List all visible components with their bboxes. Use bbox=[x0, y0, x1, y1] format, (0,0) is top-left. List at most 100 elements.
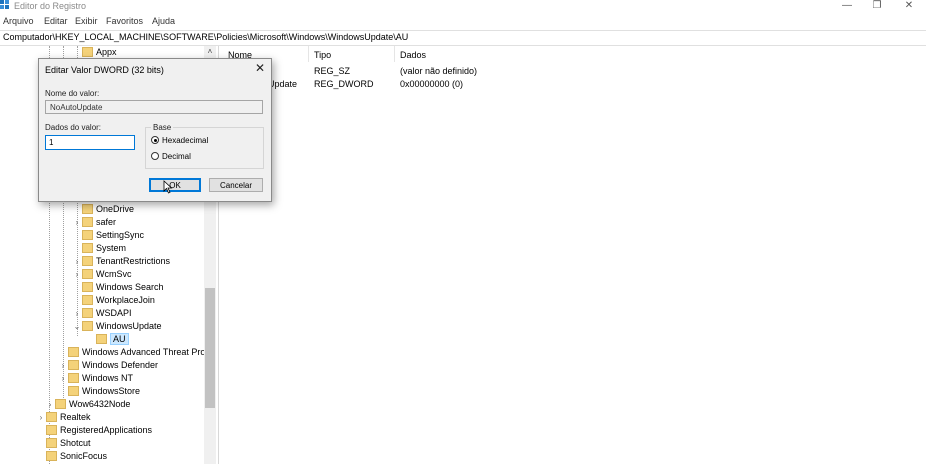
chevron-right-icon[interactable]: › bbox=[58, 372, 68, 385]
tree-item[interactable]: › WcmSvc bbox=[72, 268, 132, 281]
tree-item[interactable]: WindowsStore bbox=[58, 385, 140, 398]
tree-item-label: WindowsStore bbox=[82, 386, 141, 396]
value-data-input[interactable] bbox=[45, 135, 135, 150]
radio-selected-icon[interactable] bbox=[151, 136, 159, 144]
tree-item-label: SonicFocus bbox=[60, 451, 108, 461]
value-name-field[interactable] bbox=[45, 100, 263, 114]
chevron-right-icon[interactable]: › bbox=[58, 359, 68, 372]
tree-item[interactable]: › TenantRestrictions bbox=[72, 255, 170, 268]
row-name[interactable]: Update bbox=[268, 79, 297, 89]
row-type: REG_SZ bbox=[314, 66, 351, 76]
tree-item[interactable]: ⌄ WindowsUpdate bbox=[72, 320, 162, 333]
minimize-button[interactable]: — bbox=[832, 0, 862, 12]
tree-item[interactable]: RegisteredApplications bbox=[36, 424, 152, 437]
row-data: 0x00000000 (0) bbox=[400, 79, 464, 89]
menu-bar: Arquivo Editar Exibir Favoritos Ajuda bbox=[0, 14, 926, 28]
chevron-right-icon[interactable]: › bbox=[72, 216, 82, 229]
folder-icon bbox=[82, 47, 93, 57]
tree-item-label: safer bbox=[96, 217, 117, 227]
folder-icon bbox=[46, 451, 57, 461]
value-name-label: Nome do valor: bbox=[45, 89, 100, 98]
folder-icon bbox=[46, 425, 57, 435]
title-bar: Editor do Registro — ❐ ✕ bbox=[0, 0, 926, 14]
menu-editar[interactable]: Editar bbox=[44, 16, 68, 26]
column-header-type[interactable]: Tipo bbox=[314, 50, 331, 60]
folder-icon bbox=[68, 373, 79, 383]
tree-item[interactable]: Shotcut bbox=[36, 437, 91, 450]
tree-item-label: OneDrive bbox=[96, 204, 135, 214]
tree-item-label: Wow6432Node bbox=[69, 399, 131, 409]
tree-item[interactable]: SonicFocus bbox=[36, 450, 107, 463]
chevron-right-icon[interactable]: › bbox=[72, 255, 82, 268]
radio-decimal[interactable]: Decimal bbox=[151, 152, 191, 161]
base-label: Base bbox=[151, 123, 174, 132]
menu-favoritos[interactable]: Favoritos bbox=[106, 16, 143, 26]
folder-icon bbox=[82, 256, 93, 266]
tree-item-label: TenantRestrictions bbox=[96, 256, 171, 266]
menu-ajuda[interactable]: Ajuda bbox=[152, 16, 175, 26]
folder-icon bbox=[46, 412, 57, 422]
address-path[interactable]: Computador\HKEY_LOCAL_MACHINE\SOFTWARE\P… bbox=[3, 32, 408, 42]
chevron-down-icon[interactable]: ⌄ bbox=[72, 320, 82, 333]
tree-item[interactable]: WorkplaceJoin bbox=[72, 294, 155, 307]
base-groupbox bbox=[145, 127, 264, 169]
tree-item[interactable]: › WSDAPI bbox=[72, 307, 132, 320]
tree-item-label: Shotcut bbox=[60, 438, 91, 448]
tree-item[interactable]: › Windows Defender bbox=[58, 359, 158, 372]
folder-icon bbox=[46, 438, 57, 448]
values-list: Nome Tipo Dados REG_SZ (valor não defini… bbox=[222, 46, 926, 464]
tree-item-label: WorkplaceJoin bbox=[96, 295, 155, 305]
window-title: Editor do Registro bbox=[14, 1, 87, 11]
ok-button[interactable]: OK bbox=[149, 178, 201, 192]
radio-decimal-label: Decimal bbox=[162, 152, 191, 161]
row-data: (valor não definido) bbox=[400, 66, 478, 76]
tree-item-label: Windows Defender bbox=[82, 360, 159, 370]
folder-icon bbox=[82, 295, 93, 305]
chevron-right-icon[interactable]: › bbox=[72, 307, 82, 320]
dialog-close-icon[interactable]: ✕ bbox=[251, 60, 269, 76]
address-bar[interactable]: Computador\HKEY_LOCAL_MACHINE\SOFTWARE\P… bbox=[0, 30, 926, 46]
menu-exibir[interactable]: Exibir bbox=[75, 16, 98, 26]
column-header-data[interactable]: Dados bbox=[400, 50, 426, 60]
cancel-button[interactable]: Cancelar bbox=[209, 178, 263, 192]
tree-item[interactable]: › Realtek bbox=[36, 411, 91, 424]
regedit-icon bbox=[0, 0, 9, 9]
chevron-right-icon[interactable]: › bbox=[72, 268, 82, 281]
tree-scrollbar-thumb[interactable] bbox=[205, 288, 215, 408]
tree-item[interactable]: › Wow6432Node bbox=[45, 398, 130, 411]
edit-dword-dialog: Editar Valor DWORD (32 bits) ✕ Nome do v… bbox=[38, 58, 272, 202]
tree-item-label: WSDAPI bbox=[96, 308, 132, 318]
tree-item[interactable]: Windows Advanced Threat Pro bbox=[58, 346, 205, 359]
radio-hexadecimal[interactable]: Hexadecimal bbox=[151, 136, 208, 145]
folder-icon bbox=[82, 243, 93, 253]
tree-item-label: Windows NT bbox=[82, 373, 134, 383]
tree-item-label: WindowsUpdate bbox=[96, 321, 162, 331]
chevron-right-icon[interactable]: › bbox=[36, 411, 46, 424]
tree-item[interactable]: OneDrive bbox=[72, 203, 134, 216]
radio-hexadecimal-label: Hexadecimal bbox=[162, 136, 209, 145]
tree-item-selected[interactable]: AU bbox=[86, 333, 129, 346]
dialog-title: Editar Valor DWORD (32 bits) bbox=[45, 65, 164, 75]
tree-item-label: System bbox=[96, 243, 127, 253]
tree-item[interactable]: › Windows NT bbox=[58, 372, 133, 385]
chevron-right-icon[interactable]: › bbox=[45, 398, 55, 411]
tree-item[interactable]: Windows Search bbox=[72, 281, 164, 294]
tree-item-label: AU bbox=[110, 333, 129, 345]
close-button[interactable]: ✕ bbox=[894, 0, 924, 12]
tree-item[interactable]: SettingSync bbox=[72, 229, 144, 242]
scroll-up-icon[interactable]: ˄ bbox=[204, 47, 216, 57]
radio-unselected-icon[interactable] bbox=[151, 152, 159, 160]
maximize-button[interactable]: ❐ bbox=[862, 0, 892, 12]
tree-item-label: Windows Advanced Threat Pro bbox=[82, 347, 206, 357]
folder-icon bbox=[68, 360, 79, 370]
tree-item[interactable]: › safer bbox=[72, 216, 116, 229]
tree-item[interactable]: System bbox=[72, 242, 126, 255]
folder-icon bbox=[82, 217, 93, 227]
folder-icon bbox=[82, 230, 93, 240]
folder-icon bbox=[82, 308, 93, 318]
tree-item-label: Appx bbox=[96, 47, 117, 57]
menu-arquivo[interactable]: Arquivo bbox=[3, 16, 34, 26]
row-type: REG_DWORD bbox=[314, 79, 374, 89]
tree-item-label: Realtek bbox=[60, 412, 91, 422]
folder-icon bbox=[82, 282, 93, 292]
